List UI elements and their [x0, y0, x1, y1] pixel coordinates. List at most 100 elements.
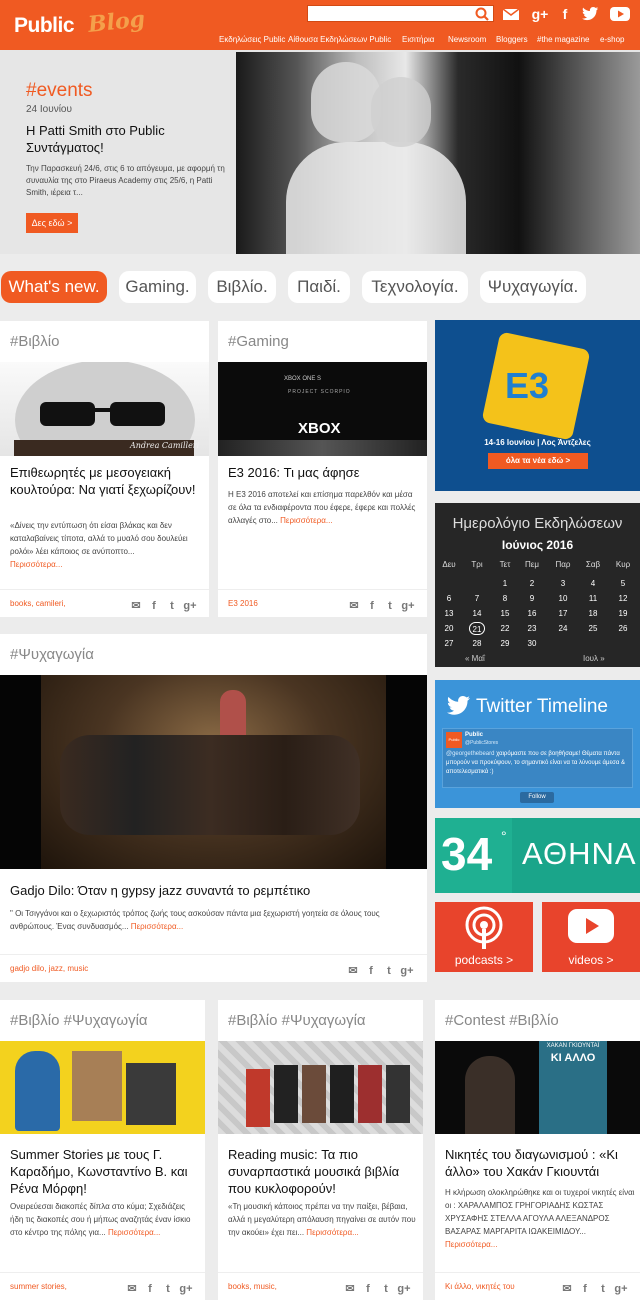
nav-item-event-hall[interactable]: Αίθουσα Εκδηλώσεων Public	[288, 35, 391, 44]
calendar-day[interactable]: 3	[555, 577, 571, 590]
tweet-mention[interactable]: @georgethebeard	[446, 751, 494, 757]
googleplus-share-icon[interactable]: g+	[613, 1283, 629, 1295]
nav-item-magazine[interactable]: #the magazine	[537, 35, 589, 44]
calendar-day[interactable]: 16	[524, 607, 540, 620]
facebook-icon[interactable]: f	[555, 5, 575, 23]
twitter-share-icon[interactable]: t	[164, 600, 180, 612]
calendar-day-today[interactable]: 21	[469, 622, 485, 635]
calendar-day[interactable]: 19	[615, 607, 631, 620]
card-category[interactable]: #Gaming	[228, 333, 289, 350]
tweet-avatar[interactable]: Public	[446, 732, 462, 748]
googleplus-share-icon[interactable]: g+	[178, 1283, 194, 1295]
card-image[interactable]	[0, 1041, 205, 1134]
calendar-day[interactable]: 25	[585, 622, 601, 635]
calendar-day[interactable]: 1	[497, 577, 513, 590]
googleplus-share-icon[interactable]: g+	[400, 600, 416, 612]
nav-item-tickets[interactable]: Εισιτήρια	[402, 35, 434, 44]
card-category[interactable]: #Βιβλίο	[10, 333, 59, 350]
card-title[interactable]: Νικητές του διαγωνισμού : «Κι άλλο» του …	[445, 1146, 637, 1180]
read-more-link[interactable]: Περισσότερα...	[108, 1228, 160, 1237]
hero-button[interactable]: Δες εδώ >	[26, 213, 78, 233]
mail-share-icon[interactable]: ✉	[559, 1282, 575, 1295]
facebook-share-icon[interactable]: f	[364, 600, 380, 612]
facebook-share-icon[interactable]: f	[577, 1283, 593, 1295]
tweet-author-name[interactable]: Public	[465, 732, 483, 738]
calendar-next-month[interactable]: Ιουλ »	[583, 654, 605, 663]
read-more-link[interactable]: Περισσότερα...	[280, 516, 332, 525]
card-tags[interactable]: books, camileri,	[10, 599, 66, 608]
calendar-day[interactable]: 10	[555, 592, 571, 605]
tweet[interactable]: Public Public @PublicStores @georgethebe…	[442, 728, 633, 788]
card-title[interactable]: Summer Stories με τους Γ. Καραδήμο, Κωνσ…	[10, 1146, 200, 1197]
twitter-share-icon[interactable]: t	[378, 1283, 394, 1295]
calendar-day[interactable]: 29	[497, 637, 513, 650]
card-title[interactable]: E3 2016: Τι μας άφησε	[228, 464, 423, 481]
twitter-share-icon[interactable]: t	[382, 600, 398, 612]
nav-item-newsroom[interactable]: Newsroom	[448, 35, 486, 44]
tab-kids[interactable]: Παιδί.	[288, 271, 350, 303]
calendar-day[interactable]: 27	[441, 637, 457, 650]
videos-link[interactable]: videos >	[542, 902, 640, 972]
calendar-day[interactable]: 14	[469, 607, 485, 620]
card-tags[interactable]: Κι άλλο, νικητές του	[445, 1282, 515, 1291]
card-tags[interactable]: books, music,	[228, 1282, 277, 1291]
mail-share-icon[interactable]: ✉	[346, 599, 362, 612]
card-tags[interactable]: summer stories,	[10, 1282, 67, 1291]
calendar-day[interactable]: 7	[469, 592, 485, 605]
site-logo[interactable]: Public Blog	[14, 6, 146, 41]
calendar-day[interactable]: 22	[497, 622, 513, 635]
nav-item-bloggers[interactable]: Bloggers	[496, 35, 528, 44]
twitter-follow-button[interactable]: Follow	[520, 792, 554, 803]
read-more-link[interactable]: Περισσότερα...	[10, 560, 62, 569]
twitter-icon[interactable]	[582, 7, 599, 21]
tab-whats-new[interactable]: What's new.	[1, 271, 107, 303]
hero-title[interactable]: Η Patti Smith στο Public Συντάγματος!	[26, 122, 226, 156]
card-image[interactable]: XBOX ONE S PROJECT SCORPIO XBOX	[218, 362, 427, 456]
calendar-day[interactable]: 20	[441, 622, 457, 635]
card-image[interactable]: Andrea Camilleri	[0, 360, 209, 480]
mail-share-icon[interactable]: ✉	[124, 1282, 140, 1295]
calendar-day[interactable]: 28	[469, 637, 485, 650]
calendar-day[interactable]: 4	[585, 577, 601, 590]
facebook-share-icon[interactable]: f	[142, 1283, 158, 1295]
card-category[interactable]: #Βιβλίο #Ψυχαγωγία	[10, 1012, 148, 1029]
twitter-share-icon[interactable]: t	[160, 1283, 176, 1295]
calendar-day[interactable]: 2	[524, 577, 540, 590]
tab-technology[interactable]: Τεχνολογία.	[362, 271, 468, 303]
calendar-day[interactable]: 11	[585, 592, 601, 605]
e3-news-button[interactable]: όλα τα νέα εδώ >	[488, 453, 588, 469]
card-category[interactable]: #Contest #Βιβλίο	[445, 1012, 559, 1029]
calendar-day[interactable]: 17	[555, 607, 571, 620]
card-title[interactable]: Επιθεωρητές με μεσογειακή κουλτούρα: Να …	[10, 464, 205, 498]
card-tags[interactable]: gadjo dilo, jazz, music	[10, 964, 88, 973]
calendar-day[interactable]: 12	[615, 592, 631, 605]
mail-share-icon[interactable]: ✉	[128, 599, 144, 612]
tab-books[interactable]: Βιβλίο.	[208, 271, 276, 303]
facebook-share-icon[interactable]: f	[360, 1283, 376, 1295]
calendar-day[interactable]: 13	[441, 607, 457, 620]
calendar-day[interactable]: 26	[615, 622, 631, 635]
e3-banner[interactable]: E3 14-16 Ιουνίου | Λος Άντζελες όλα τα ν…	[435, 320, 640, 491]
tab-entertainment[interactable]: Ψυχαγωγία.	[480, 271, 586, 303]
nav-item-eshop[interactable]: e-shop	[600, 35, 624, 44]
twitter-share-icon[interactable]: t	[595, 1283, 611, 1295]
calendar-day[interactable]: 9	[524, 592, 540, 605]
mail-share-icon[interactable]: ✉	[345, 964, 361, 977]
googleplus-icon[interactable]: g+	[530, 5, 550, 23]
hero-image[interactable]	[236, 52, 640, 254]
hero-tag[interactable]: #events	[26, 80, 93, 102]
youtube-icon[interactable]	[610, 7, 630, 21]
card-category[interactable]: #Βιβλίο #Ψυχαγωγία	[228, 1012, 366, 1029]
facebook-share-icon[interactable]: f	[146, 600, 162, 612]
read-more-link[interactable]: Περισσότερα...	[445, 1240, 497, 1249]
nav-item-events[interactable]: Εκδηλώσεις Public	[219, 35, 285, 44]
calendar-day[interactable]: 15	[497, 607, 513, 620]
card-tags[interactable]: E3 2016	[228, 599, 258, 608]
calendar-day[interactable]: 5	[615, 577, 631, 590]
read-more-link[interactable]: Περισσότερα...	[131, 922, 183, 931]
card-image[interactable]: ΧΑΚΑΝ ΓΚΙΟΥΝΤΑΪ ΚΙ ΑΛΛΟ	[435, 1041, 640, 1134]
calendar-day[interactable]: 8	[497, 592, 513, 605]
search-input[interactable]	[307, 5, 494, 22]
googleplus-share-icon[interactable]: g+	[399, 965, 415, 977]
tab-gaming[interactable]: Gaming.	[119, 271, 196, 303]
